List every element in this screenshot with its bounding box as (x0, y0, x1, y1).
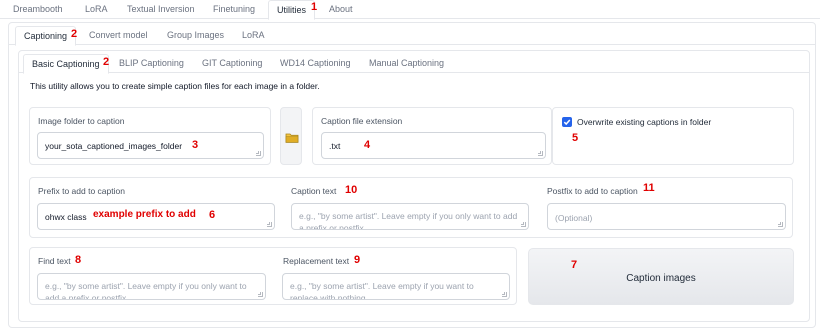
tab-captioning[interactable]: Captioning (15, 26, 77, 46)
caption-text-label: Caption text (291, 186, 337, 196)
resize-handle[interactable] (256, 151, 261, 156)
caption-images-label: Caption images (626, 273, 696, 284)
image-folder-group: Image folder to caption your_sota_captio… (29, 107, 271, 165)
tab-lora-utility[interactable]: LoRA (242, 30, 265, 40)
tab-finetuning[interactable]: Finetuning (213, 4, 255, 14)
resize-handle[interactable] (267, 222, 272, 227)
caption-images-button[interactable]: Caption images (528, 248, 794, 305)
checkmark-icon (563, 119, 571, 126)
overwrite-label: Overwrite existing captions in folder (577, 117, 712, 127)
prefix-label: Prefix to add to caption (38, 186, 125, 196)
annotation-marker: 10 (345, 184, 358, 196)
annotation-marker: 5 (572, 132, 579, 144)
annotation-marker: 4 (364, 139, 371, 151)
image-folder-label: Image folder to caption (38, 116, 125, 126)
tab-group-images[interactable]: Group Images (167, 30, 224, 40)
find-text-input[interactable]: e.g., "by some artist". Leave empty if y… (37, 273, 266, 300)
postfix-input[interactable]: (Optional) (547, 203, 786, 230)
find-replace-group: Find text e.g., "by some artist". Leave … (29, 247, 517, 305)
caption-text-placeholder: e.g., "by some artist". Leave empty if y… (299, 211, 518, 230)
resize-handle[interactable] (258, 292, 263, 297)
tab-git-captioning[interactable]: GIT Captioning (202, 58, 262, 68)
tab-blip-captioning[interactable]: BLIP Captioning (119, 58, 184, 68)
annotation-marker: 1 (311, 1, 318, 13)
tab-dreambooth[interactable]: Dreambooth (13, 4, 63, 14)
sub-tab-bar: Captioning Convert model Group Images Lo… (9, 26, 815, 46)
tab-manual-captioning[interactable]: Manual Captioning (369, 58, 444, 68)
tab-wd14-captioning[interactable]: WD14 Captioning (280, 58, 351, 68)
image-folder-input[interactable]: your_sota_captioned_images_folder (37, 132, 264, 159)
tab-basic-captioning[interactable]: Basic Captioning (23, 54, 109, 74)
caption-extension-label: Caption file extension (321, 116, 403, 126)
tab-utilities[interactable]: Utilities (268, 0, 316, 20)
tab-about[interactable]: About (329, 4, 353, 14)
open-folder-button[interactable] (280, 107, 302, 165)
caption-tab-bar: Basic Captioning BLIP Captioning GIT Cap… (19, 54, 809, 74)
caption-extension-value: .txt (329, 141, 341, 151)
annotation-marker: 6 (209, 209, 216, 221)
resize-handle[interactable] (778, 222, 783, 227)
replacement-text-label: Replacement text (283, 256, 350, 266)
caption-text-input[interactable]: e.g., "by some artist". Leave empty if y… (291, 203, 529, 230)
annotation-marker: 7 (571, 259, 578, 271)
overwrite-group: Overwrite existing captions in folder (552, 107, 794, 165)
prefix-annotation: example prefix to add (93, 209, 196, 220)
description-text: This utility allows you to create simple… (30, 81, 320, 91)
postfix-placeholder: (Optional) (555, 213, 593, 223)
tab-lora[interactable]: LoRA (85, 4, 108, 14)
top-tab-bar: Dreambooth LoRA Textual Inversion Finetu… (0, 0, 820, 20)
caption-extension-input[interactable]: .txt (321, 132, 546, 159)
folder-icon (285, 133, 299, 143)
resize-handle[interactable] (502, 292, 507, 297)
resize-handle[interactable] (521, 222, 526, 227)
annotation-marker: 11 (643, 182, 655, 194)
prefix-value: ohwx class (45, 212, 87, 222)
caption-extension-group: Caption file extension .txt (312, 107, 552, 165)
annotation-marker: 2 (71, 28, 78, 40)
resize-handle[interactable] (538, 151, 543, 156)
find-text-placeholder: e.g., "by some artist". Leave empty if y… (45, 281, 247, 300)
annotation-marker: 9 (354, 254, 361, 266)
annotation-marker: 8 (75, 254, 82, 266)
find-text-label: Find text (38, 256, 71, 266)
annotation-marker: 3 (192, 139, 199, 151)
postfix-label: Postfix to add to caption (547, 186, 638, 196)
tab-convert-model[interactable]: Convert model (89, 30, 148, 40)
annotation-marker: 2 (103, 56, 110, 68)
caption-text-row: Prefix to add to caption ohwx class Capt… (29, 177, 793, 238)
tab-textual-inversion[interactable]: Textual Inversion (127, 4, 195, 14)
overwrite-checkbox[interactable] (562, 117, 572, 127)
replacement-text-placeholder: e.g., "by some artist". Leave empty if y… (290, 281, 474, 300)
image-folder-value: your_sota_captioned_images_folder (45, 141, 183, 151)
replacement-text-input[interactable]: e.g., "by some artist". Leave empty if y… (282, 273, 510, 300)
